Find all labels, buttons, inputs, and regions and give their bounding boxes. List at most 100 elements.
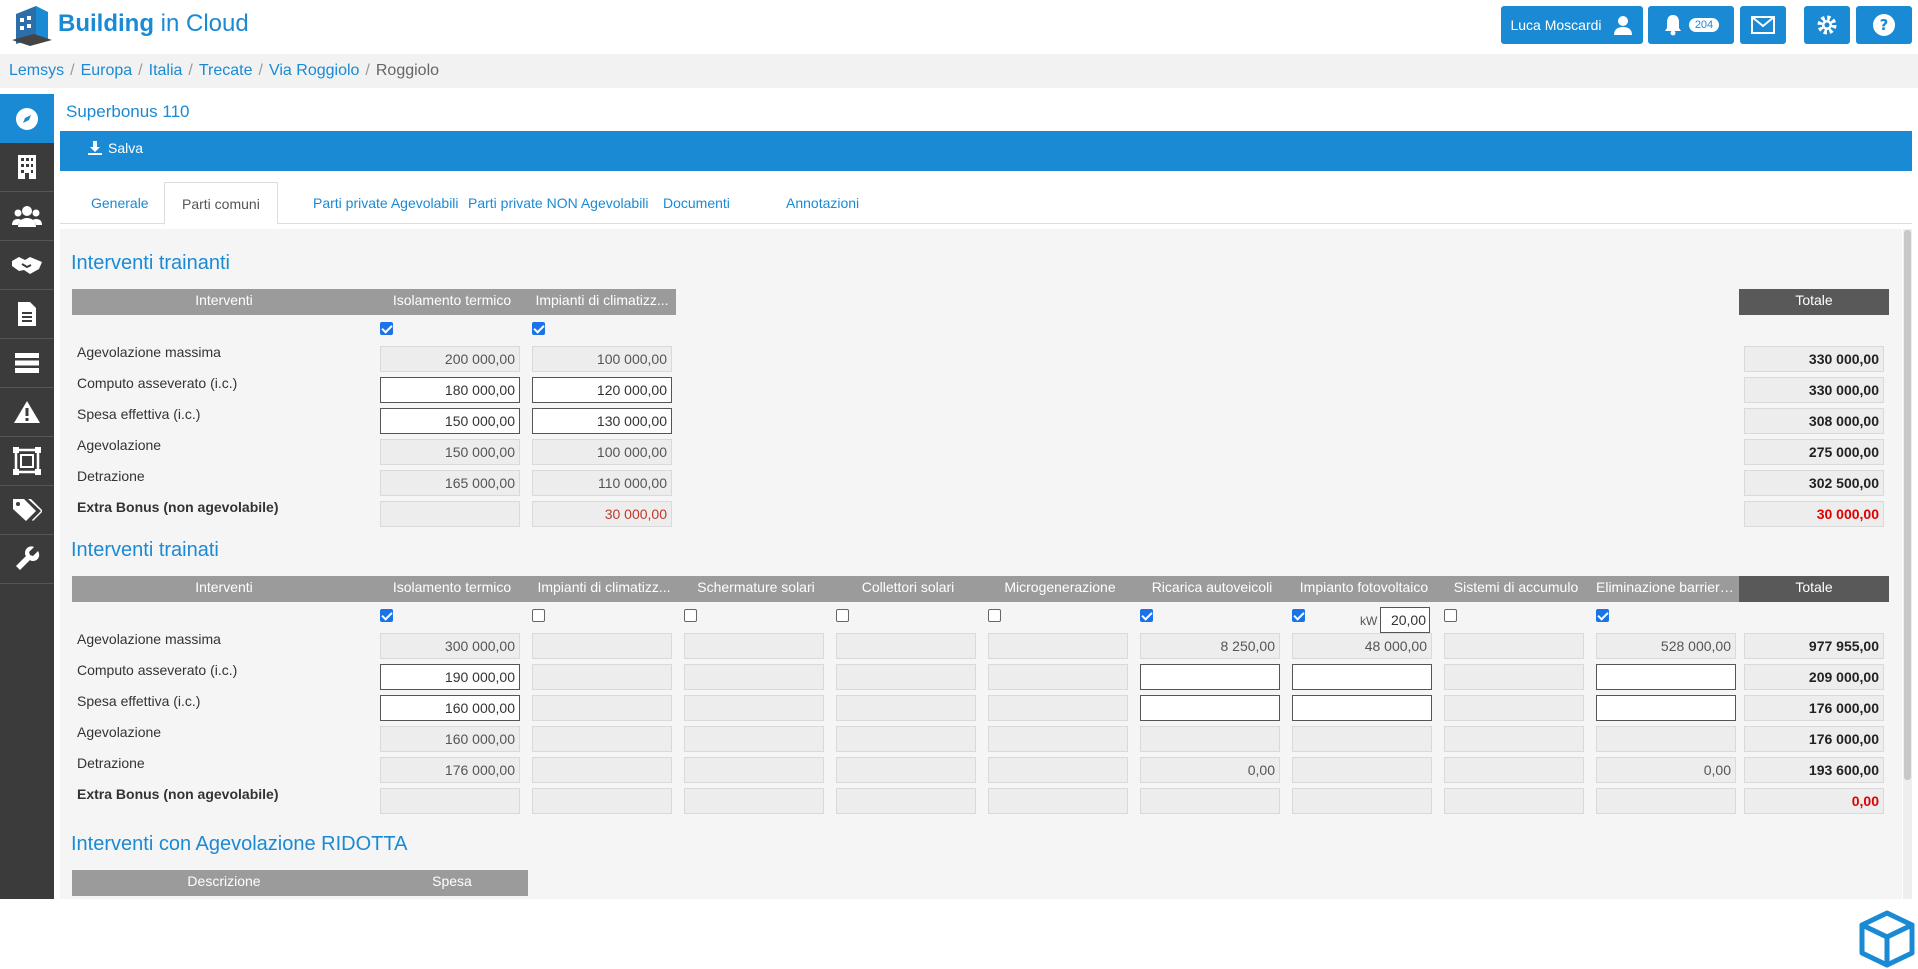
building-logo-icon[interactable]: [10, 4, 54, 46]
svg-text:?: ?: [1880, 16, 1889, 34]
settings-button[interactable]: [1804, 6, 1850, 44]
value-cell: [532, 788, 672, 814]
value-cell: [836, 664, 976, 690]
value-cell: 160 000,00: [380, 726, 520, 752]
kw-label: kW: [1360, 614, 1378, 628]
value-cell: [532, 726, 672, 752]
value-cell: [532, 757, 672, 783]
kw-input[interactable]: 20,00: [1380, 607, 1430, 633]
checkbox-ricarica-autoveicoli[interactable]: [1140, 609, 1153, 622]
tab-documenti[interactable]: Documenti: [646, 182, 747, 224]
total-cell: 30 000,00: [1744, 501, 1884, 527]
breadcrumb-item[interactable]: Trecate: [199, 62, 253, 80]
warning-icon: [14, 401, 40, 423]
value-cell: [1444, 633, 1584, 659]
value-cell: [988, 664, 1128, 690]
value-cell: [988, 726, 1128, 752]
save-button[interactable]: Salva: [88, 140, 143, 156]
total-cell: 330 000,00: [1744, 377, 1884, 403]
checkbox-microgenerazione[interactable]: [988, 609, 1001, 622]
download-icon: [88, 141, 102, 155]
input-cell[interactable]: 190 000,00: [380, 664, 520, 690]
brand-name[interactable]: Building in Cloud: [58, 10, 249, 38]
row-label-extra-bonus: Extra Bonus (non agevolabile): [77, 786, 279, 802]
checkbox-sistemi-accumulo[interactable]: [1444, 609, 1457, 622]
value-cell: 300 000,00: [380, 633, 520, 659]
breadcrumb-item[interactable]: Italia: [149, 62, 183, 80]
breadcrumb-item[interactable]: Lemsys: [9, 62, 64, 80]
row-label-computo-asseverato: Computo asseverato (i.c.): [77, 375, 238, 391]
sidebar-item-people[interactable]: [0, 192, 54, 241]
breadcrumb-item[interactable]: Via Roggiolo: [269, 62, 359, 80]
input-cell[interactable]: [1140, 664, 1280, 690]
row-label-agevolazione-massima: Agevolazione massima: [77, 631, 221, 647]
header-impianti-climatizzazione: Impianti di climatizz...: [528, 576, 680, 602]
document-icon: [18, 302, 36, 326]
user-icon: [1613, 16, 1632, 35]
checkbox-isolamento-termico[interactable]: [380, 609, 393, 622]
checkbox-eliminazione-barriere[interactable]: [1596, 609, 1609, 622]
input-cell[interactable]: 150 000,00: [380, 408, 520, 434]
checkbox-isolamento-termico[interactable]: [380, 322, 393, 335]
header-impianti-climatizzazione: Impianti di climatizz...: [528, 289, 676, 315]
gear-icon: [1817, 15, 1837, 35]
checkbox-schermature-solari[interactable]: [684, 609, 697, 622]
cube-icon[interactable]: [1857, 909, 1917, 969]
header-microgenerazione: Microgenerazione: [984, 576, 1136, 602]
row-label-spesa-effettiva: Spesa effettiva (i.c.): [77, 406, 201, 422]
tags-icon: [13, 499, 42, 521]
header-ricarica-autoveicoli: Ricarica autoveicoli: [1136, 576, 1288, 602]
messages-button[interactable]: [1740, 6, 1786, 44]
row-label-extra-bonus: Extra Bonus (non agevolabile): [77, 499, 279, 515]
tab-parti-comuni[interactable]: Parti comuni: [164, 182, 278, 225]
input-cell[interactable]: 180 000,00: [380, 377, 520, 403]
tab-generale[interactable]: Generale: [74, 182, 166, 224]
value-cell: [988, 633, 1128, 659]
value-cell: [988, 757, 1128, 783]
sidebar-item-documents[interactable]: [0, 290, 54, 339]
user-menu-button[interactable]: Luca Moscardi: [1501, 6, 1643, 44]
checkbox-impianti-climatizzazione[interactable]: [532, 609, 545, 622]
input-cell[interactable]: [1596, 695, 1736, 721]
sidebar-item-tools[interactable]: [0, 535, 54, 584]
save-label: Salva: [108, 140, 144, 156]
tab-parti-private-non-agevolabili[interactable]: Parti private NON Agevolabili: [451, 182, 666, 224]
tab-annotazioni[interactable]: Annotazioni: [769, 182, 876, 224]
sidebar-item-compass[interactable]: [0, 94, 54, 143]
header-descrizione: Descrizione: [72, 870, 376, 896]
checkbox-impianto-fotovoltaico[interactable]: [1292, 609, 1305, 622]
checkbox-impianti-climatizzazione[interactable]: [532, 322, 545, 335]
value-cell: [380, 788, 520, 814]
help-button[interactable]: ?: [1856, 6, 1912, 44]
section-title-trainati: Interventi trainati: [71, 539, 219, 561]
value-cell: [1444, 726, 1584, 752]
sidebar-item-contracts[interactable]: [0, 241, 54, 290]
scrollbar-thumb[interactable]: [1904, 230, 1911, 780]
value-cell: 48 000,00: [1292, 633, 1432, 659]
sidebar-item-servers[interactable]: [0, 339, 54, 388]
input-cell[interactable]: 130 000,00: [532, 408, 672, 434]
sidebar-item-tags[interactable]: [0, 486, 54, 535]
building-icon: [18, 155, 36, 179]
input-cell[interactable]: [1596, 664, 1736, 690]
value-cell: 176 000,00: [380, 757, 520, 783]
breadcrumb-item[interactable]: Europa: [81, 62, 133, 80]
value-cell: 8 250,00: [1140, 633, 1280, 659]
sidebar-item-buildings[interactable]: [0, 143, 54, 192]
input-cell[interactable]: 160 000,00: [380, 695, 520, 721]
input-cell[interactable]: [1292, 664, 1432, 690]
notifications-button[interactable]: 204: [1648, 6, 1734, 44]
total-cell: 193 600,00: [1744, 757, 1884, 783]
sidebar-item-warnings[interactable]: [0, 388, 54, 437]
value-cell: [836, 695, 976, 721]
checkbox-collettori-solari[interactable]: [836, 609, 849, 622]
input-cell[interactable]: 120 000,00: [532, 377, 672, 403]
value-cell: 0,00: [1596, 757, 1736, 783]
tab-parti-private-agevolabili[interactable]: Parti private Agevolabili: [296, 182, 476, 224]
input-cell[interactable]: [1292, 695, 1432, 721]
sidebar-item-plans[interactable]: [0, 437, 54, 486]
value-cell: [1444, 695, 1584, 721]
total-cell: 977 955,00: [1744, 633, 1884, 659]
top-bar: Building in Cloud Luca Moscardi 204 ?: [0, 0, 1918, 52]
input-cell[interactable]: [1140, 695, 1280, 721]
